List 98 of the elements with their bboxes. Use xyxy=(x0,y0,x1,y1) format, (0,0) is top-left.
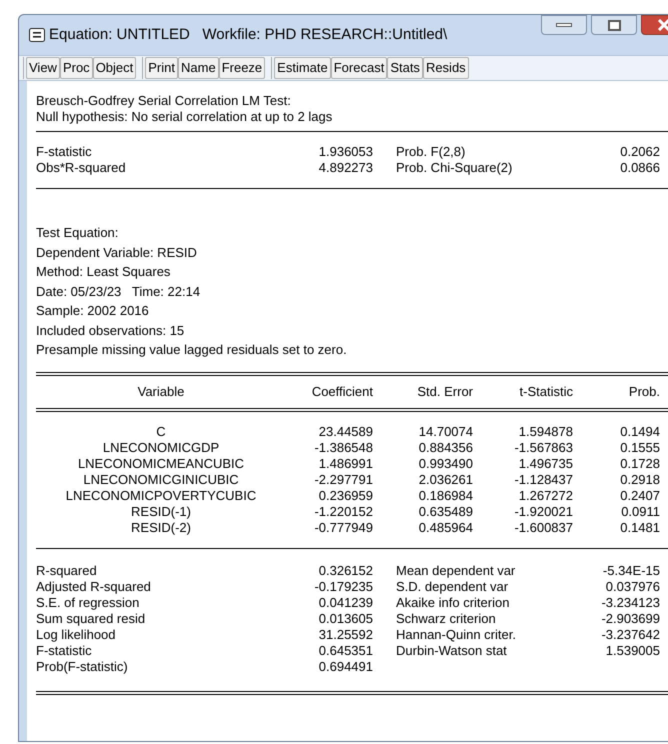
info-line: Included observations: 15 xyxy=(36,322,186,340)
stat-value: 0.326152 xyxy=(318,562,373,578)
stat-value: 0.037976 xyxy=(604,578,660,594)
table-cell-text: 1.486991 xyxy=(318,456,373,472)
table-cell-text: 0.635489 xyxy=(418,504,473,520)
table-cell-text: LNECONOMICMEANCUBIC xyxy=(76,456,246,472)
table-cell-text: 0.1494 xyxy=(619,424,660,440)
toolbar-button[interactable]: Object xyxy=(92,57,136,79)
stat-value: 0.0866 xyxy=(619,160,660,176)
minimize-button[interactable] xyxy=(541,15,587,35)
table-cell-text: 0.186984 xyxy=(418,488,473,504)
stat-label: Hannan-Quinn criter. xyxy=(395,626,517,642)
stat-label: F-statistic xyxy=(36,642,93,658)
close-icon xyxy=(657,19,668,31)
stat-label: Log likelihood xyxy=(36,626,117,642)
maximize-button[interactable] xyxy=(591,15,637,35)
table-cell-text: 0.1555 xyxy=(619,440,660,456)
toolbar-button[interactable]: Name xyxy=(178,57,219,79)
toolbar-button[interactable]: Print xyxy=(145,57,178,79)
table-cell-text: 14.70074 xyxy=(418,424,473,440)
table-cell-text: 0.1481 xyxy=(619,520,660,536)
stat-value: 0.694491 xyxy=(318,658,373,674)
stat-label: Mean dependent var xyxy=(395,562,516,578)
stat-label: Schwarz criterion xyxy=(395,610,497,626)
table-cell-text: -1.920021 xyxy=(513,504,573,520)
toolbar-button[interactable]: Proc xyxy=(60,57,93,79)
stat-label: Obs*R-squared xyxy=(36,160,127,176)
table-cell-text: 0.884356 xyxy=(418,440,473,456)
table-cell-text: LNECONOMICGDP xyxy=(102,440,220,456)
toolbar-button[interactable]: View xyxy=(26,57,60,79)
stat-value: 1.936053 xyxy=(318,144,373,160)
table-cell-text: 0.2918 xyxy=(619,472,660,488)
stat-label: Sum squared resid xyxy=(36,610,146,626)
stat-value: 4.892273 xyxy=(318,160,373,176)
table-cell-text: -2.297791 xyxy=(313,472,373,488)
table-cell-text: 0.0911 xyxy=(620,504,660,520)
table-cell-text: 1.267272 xyxy=(518,488,573,504)
header-text: Breusch-Godfrey Serial Correlation LM Test: xyxy=(36,93,292,109)
table-cell-text: RESID(-1) xyxy=(130,504,192,520)
info-line: Date: 05/23/23 Time: 22:14 xyxy=(36,282,202,300)
stat-label: F-statistic xyxy=(36,144,93,160)
table-cell-text: 0.993490 xyxy=(418,456,473,472)
stat-value: 0.645351 xyxy=(318,642,373,658)
window-title: Equation: UNTITLED Workfile: PHD RESEARCH::Untitled\ xyxy=(49,24,448,45)
stat-label: Prob. F(2,8) xyxy=(395,144,466,160)
stat-label: Adjusted R-squared xyxy=(36,578,152,594)
table-cell-text: C xyxy=(155,424,167,440)
menu-icon[interactable] xyxy=(29,28,45,42)
table-cell-text: 0.236959 xyxy=(318,488,373,504)
table-cell-text: -1.567863 xyxy=(513,440,573,456)
toolbar-button[interactable]: Freeze xyxy=(218,57,266,79)
stat-label: S.D. dependent var xyxy=(395,578,510,594)
stat-value: 31.25592 xyxy=(318,626,373,642)
stat-value: -3.234123 xyxy=(600,594,660,610)
toolbar-button[interactable]: Forecast xyxy=(330,57,388,79)
info-line: Test Equation: xyxy=(36,224,120,242)
table-cell-text: -1.128437 xyxy=(513,472,573,488)
stat-label: R-squared xyxy=(36,562,98,578)
stat-label: S.E. of regression xyxy=(36,594,140,610)
stat-value: -0.179235 xyxy=(313,578,373,594)
stat-value: 1.539005 xyxy=(604,642,660,658)
stat-value: 0.041239 xyxy=(318,594,373,610)
column-header: Coefficient xyxy=(310,384,373,400)
stat-label: Durbin-Watson stat xyxy=(395,642,508,658)
header-text: Null hypothesis: No serial correlation at up to 2 lags xyxy=(36,109,334,125)
info-line: Sample: 2002 2016 xyxy=(36,302,150,320)
toolbar-button[interactable]: Resids xyxy=(422,57,469,79)
stat-label: Prob. Chi-Square(2) xyxy=(395,160,514,176)
info-line: Presample missing value lagged residuals set to zero. xyxy=(36,341,348,359)
stat-value: -5.34E-15 xyxy=(602,562,660,578)
table-cell-text: 0.485964 xyxy=(418,520,473,536)
stat-value: 0.2062 xyxy=(619,144,660,160)
table-cell-text: -0.777949 xyxy=(313,520,373,536)
table-cell-text: 1.496735 xyxy=(518,456,573,472)
toolbar-button[interactable]: Estimate xyxy=(274,57,331,79)
table-cell-text: -1.386548 xyxy=(313,440,373,456)
toolbar-button[interactable]: Stats xyxy=(387,57,423,79)
table-cell-text: LNECONOMICGINICUBIC xyxy=(82,472,240,488)
column-header: Prob. xyxy=(628,384,660,400)
table-cell-text: 0.2407 xyxy=(619,488,660,504)
table-cell-text: LNECONOMICPOVERTYCUBIC xyxy=(64,488,258,504)
table-cell-text: -1.600837 xyxy=(513,520,573,536)
info-line: Dependent Variable: RESID xyxy=(36,244,198,262)
table-cell-text: 2.036261 xyxy=(418,472,473,488)
column-header: Std. Error xyxy=(416,384,473,400)
stat-value: -3.237642 xyxy=(600,626,660,642)
column-header: t-Statistic xyxy=(518,384,573,400)
table-cell-text: 0.1728 xyxy=(619,456,660,472)
stat-value: -2.903699 xyxy=(600,610,660,626)
table-cell-text: RESID(-2) xyxy=(130,520,192,536)
stat-label: Prob(F-statistic) xyxy=(36,658,129,674)
table-cell-text: 23.44589 xyxy=(318,424,373,440)
info-line: Method: Least Squares xyxy=(36,263,172,281)
stat-label: Akaike info criterion xyxy=(395,594,510,610)
table-cell-text: 1.594878 xyxy=(518,424,573,440)
table-cell-text: -1.220152 xyxy=(313,504,373,520)
column-header: Variable xyxy=(136,384,186,400)
stat-value: 0.013605 xyxy=(318,610,373,626)
